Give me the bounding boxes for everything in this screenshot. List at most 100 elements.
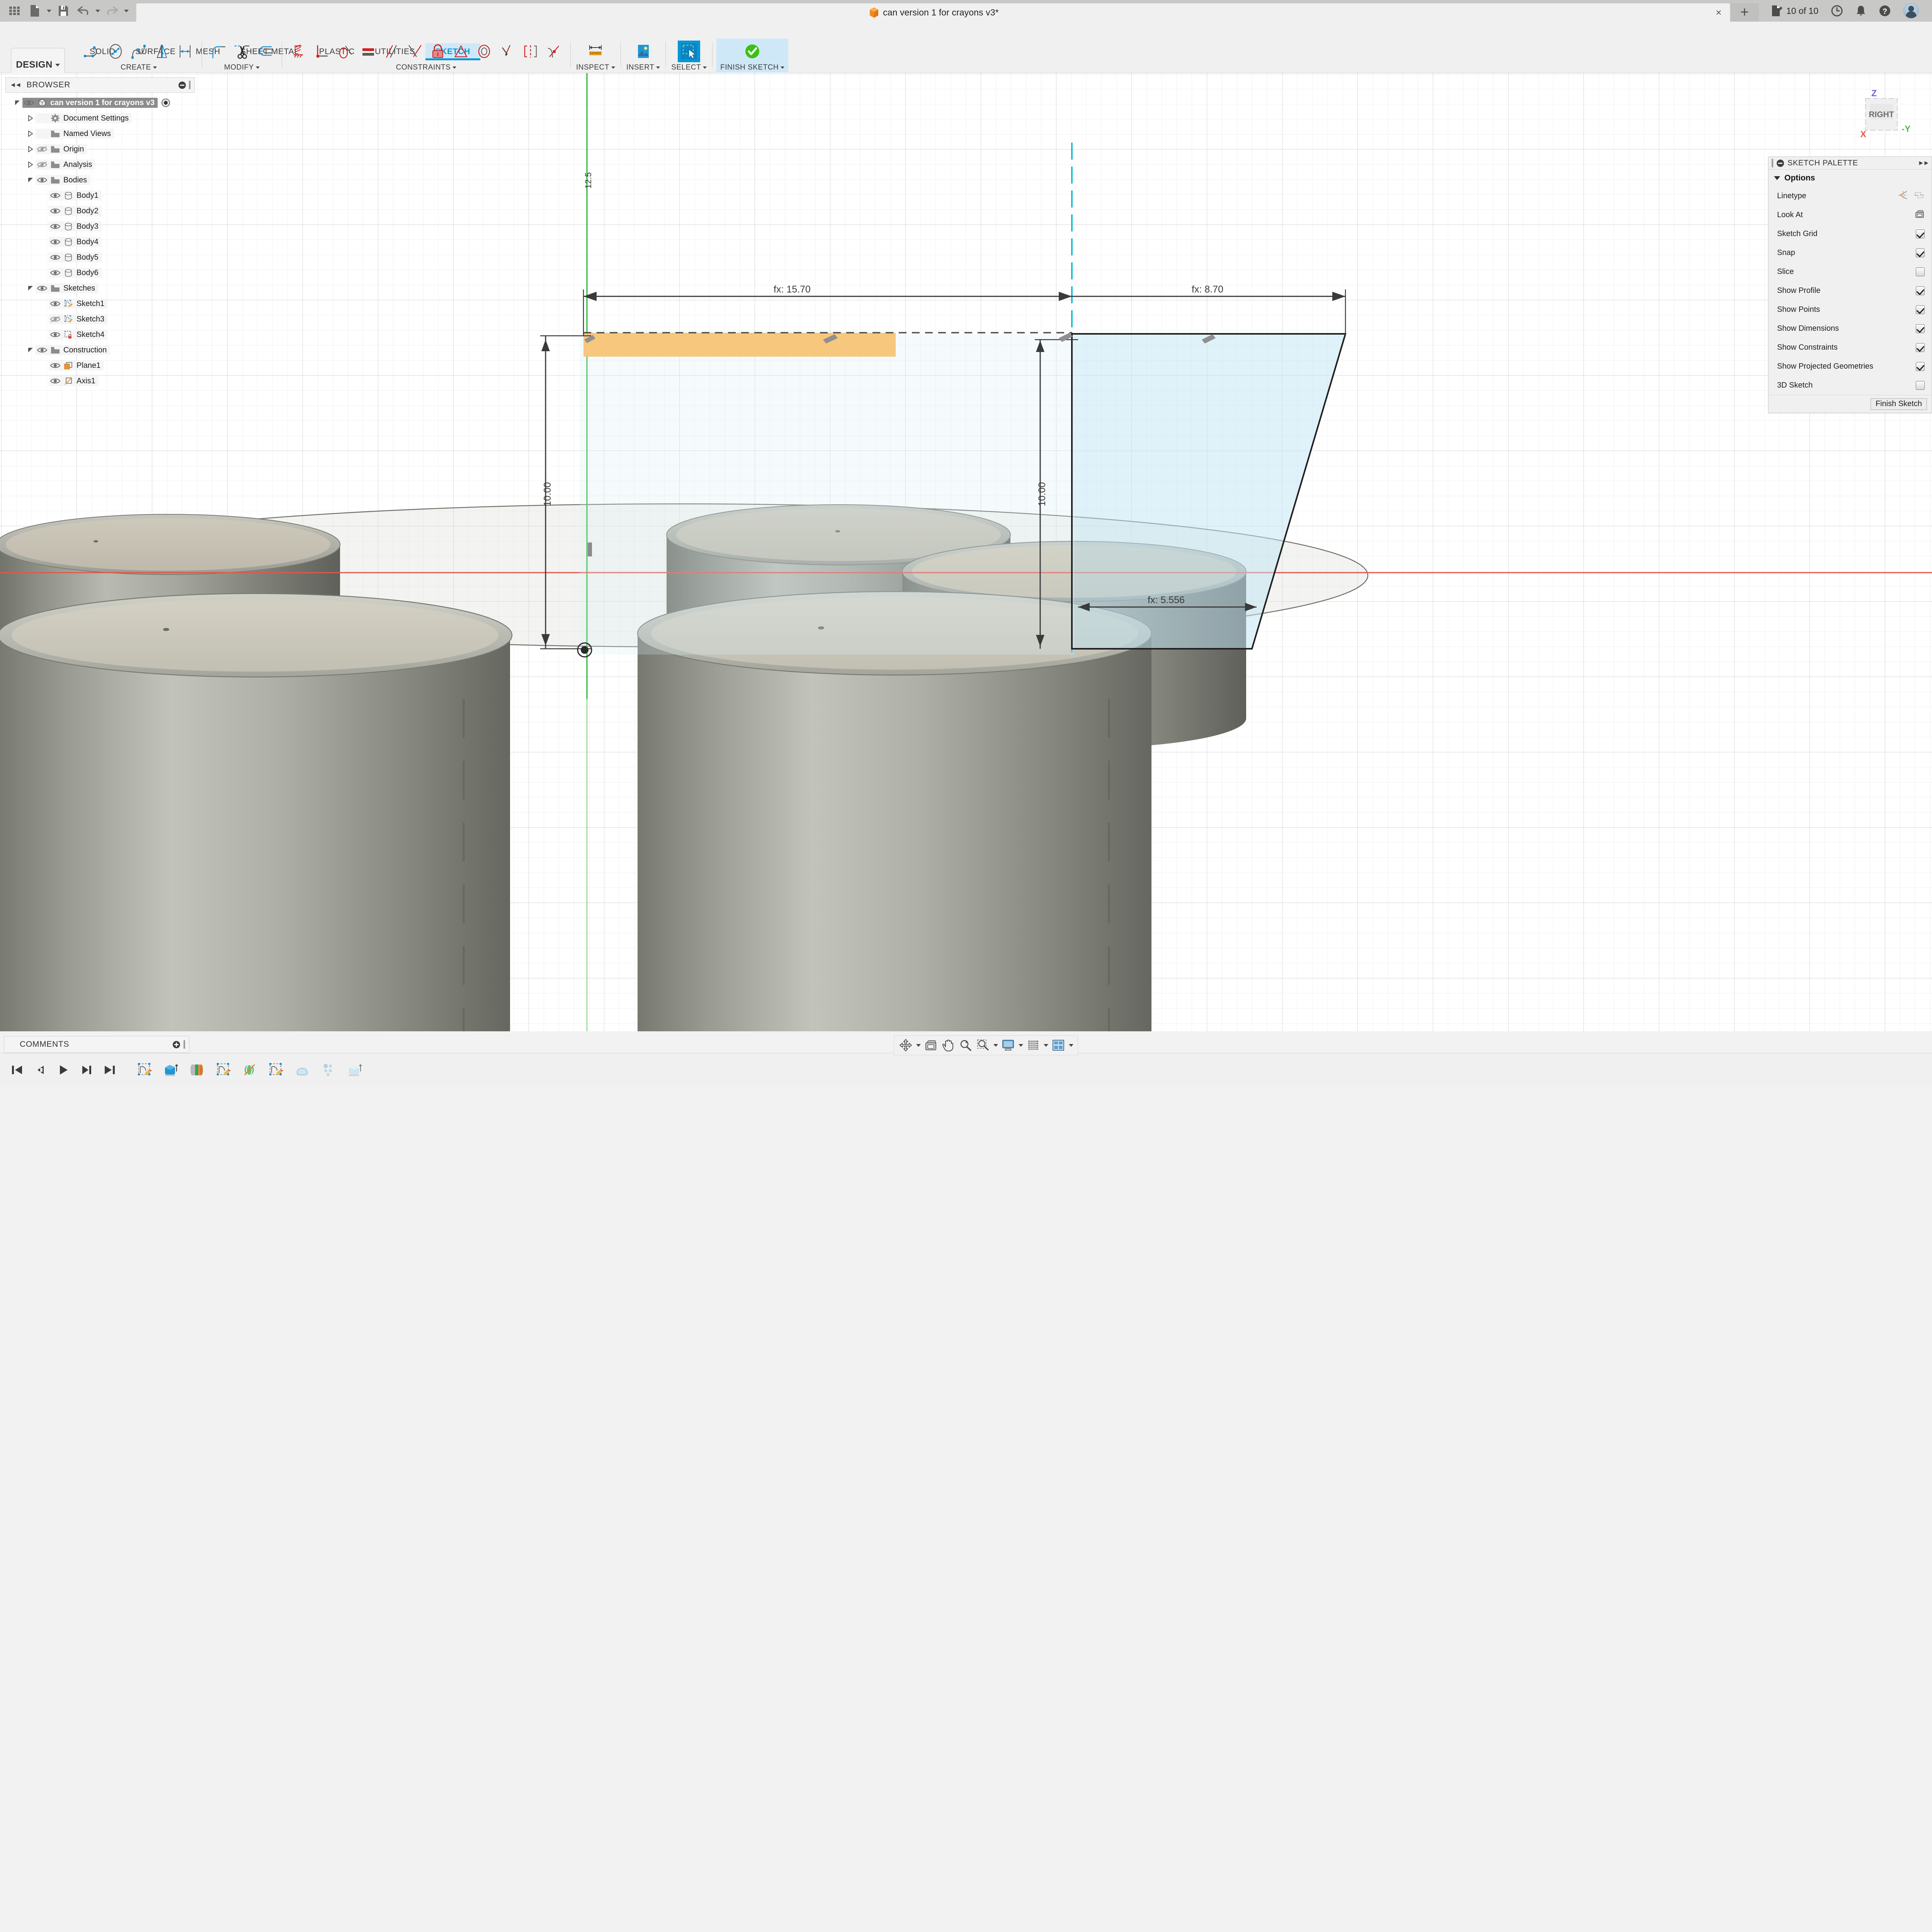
tree-item-construction[interactable]: Construction: [5, 342, 195, 358]
tree-item-body3[interactable]: Body3: [5, 219, 195, 234]
trim-tool-icon[interactable]: [231, 41, 253, 62]
constraint-angle-icon[interactable]: [403, 41, 426, 62]
linetype-construction-icon[interactable]: [1914, 190, 1925, 202]
expand-arrow-down-icon[interactable]: [26, 348, 36, 352]
constraint-fix-icon[interactable]: [287, 41, 310, 62]
user-account-button[interactable]: [1898, 2, 1924, 20]
redo-caret-icon[interactable]: [123, 2, 130, 20]
sketch-dimension-icon[interactable]: [174, 41, 196, 62]
visibility-toggle-icon[interactable]: [49, 362, 62, 369]
options-section-header[interactable]: Options: [1769, 170, 1932, 187]
checkbox[interactable]: [1916, 324, 1925, 333]
ribbon-group-select-label[interactable]: SELECT: [671, 63, 707, 72]
new-document-icon[interactable]: [26, 2, 44, 20]
display-settings-icon[interactable]: [1000, 1037, 1016, 1053]
checkbox[interactable]: [1916, 286, 1925, 295]
document-tab[interactable]: can version 1 for crayons v3* ×: [136, 3, 1730, 22]
ribbon-group-insert-label[interactable]: INSERT: [626, 63, 660, 72]
timeline-pattern-icon[interactable]: [315, 1058, 342, 1082]
zoom-window-caret-icon[interactable]: [992, 1037, 999, 1053]
constraint-equal-triangle-icon[interactable]: [450, 41, 472, 62]
look-at-icon[interactable]: [1915, 209, 1925, 221]
visibility-toggle-icon[interactable]: [36, 177, 49, 184]
checkbox[interactable]: [1916, 362, 1925, 371]
constraint-collinear-icon[interactable]: [496, 41, 519, 62]
ribbon-group-modify-label[interactable]: MODIFY: [224, 63, 260, 72]
tree-item-body5[interactable]: Body5: [5, 250, 195, 265]
visibility-toggle-icon[interactable]: [22, 99, 36, 106]
visibility-toggle-icon[interactable]: [36, 347, 49, 354]
visibility-toggle-icon[interactable]: [49, 269, 62, 276]
checkbox[interactable]: [1916, 248, 1925, 257]
help-button[interactable]: ?: [1873, 2, 1896, 20]
tree-item-document-settings[interactable]: Document Settings: [5, 111, 195, 126]
visibility-toggle-icon[interactable]: [49, 300, 62, 307]
zoom-window-icon[interactable]: [975, 1037, 991, 1053]
notifications-button[interactable]: [1850, 2, 1872, 20]
expand-arrow-right-icon[interactable]: [26, 131, 36, 137]
checkbox[interactable]: [1916, 230, 1925, 238]
new-document-caret-icon[interactable]: [46, 2, 53, 20]
timeline-revolve-icon[interactable]: [184, 1058, 210, 1082]
fillet-tool-icon[interactable]: [207, 41, 230, 62]
pan-icon[interactable]: [940, 1037, 956, 1053]
collapse-icon[interactable]: ◄◄: [10, 81, 22, 89]
version-indicator[interactable]: 10 of 10: [1766, 2, 1824, 20]
orbit-icon[interactable]: [898, 1037, 914, 1053]
visibility-toggle-icon[interactable]: [36, 285, 49, 292]
viewports-caret-icon[interactable]: [1068, 1037, 1074, 1053]
viewport-canvas[interactable]: fx: 15.70 fx: 8.70 fx: 5.556 10.00 10.00…: [0, 73, 1932, 1031]
tree-item-sketch3[interactable]: Sketch3: [5, 311, 195, 327]
ribbon-group-inspect-label[interactable]: INSPECT: [576, 63, 615, 72]
timeline-sketch-icon[interactable]: [131, 1058, 158, 1082]
tree-item-can-version-1-for-crayons-v3[interactable]: can version 1 for crayons v3: [5, 95, 195, 111]
viewports-icon[interactable]: [1050, 1037, 1066, 1053]
linetype-centerline-icon[interactable]: [1898, 190, 1908, 202]
circle-tool-icon[interactable]: [104, 41, 127, 62]
undo-caret-icon[interactable]: [94, 2, 101, 20]
tree-item-sketch1[interactable]: Sketch1: [5, 296, 195, 311]
visibility-toggle-icon[interactable]: [36, 161, 49, 168]
constraint-concentric-icon[interactable]: [473, 41, 495, 62]
step-back-icon[interactable]: [32, 1061, 48, 1078]
visibility-toggle-icon[interactable]: [49, 316, 62, 323]
visibility-toggle-icon[interactable]: [49, 223, 62, 230]
close-icon[interactable]: ×: [1714, 7, 1724, 18]
panel-grip[interactable]: [189, 81, 190, 89]
timeline-sketch2-icon[interactable]: [210, 1058, 236, 1082]
tree-item-analysis[interactable]: Analysis: [5, 157, 195, 172]
expand-arrow-right-icon[interactable]: [26, 162, 36, 168]
visibility-toggle-icon[interactable]: [49, 238, 62, 245]
play-icon[interactable]: [56, 1061, 71, 1078]
constraint-symmetry-icon[interactable]: [519, 41, 542, 62]
redo-icon[interactable]: [103, 2, 121, 20]
grid-snaps-caret-icon[interactable]: [1043, 1037, 1049, 1053]
expand-arrow-down-icon[interactable]: [26, 178, 36, 182]
add-comment-icon[interactable]: [173, 1041, 180, 1048]
measure-tool-icon[interactable]: [584, 41, 607, 62]
select-tool-icon[interactable]: [678, 41, 701, 62]
grid-snaps-icon[interactable]: [1025, 1037, 1041, 1053]
constraint-parallel-icon[interactable]: [380, 41, 403, 62]
new-tab-button[interactable]: +: [1730, 3, 1759, 22]
tree-item-plane1[interactable]: Plane1: [5, 358, 195, 373]
tree-item-bodies[interactable]: Bodies: [5, 172, 195, 188]
finish-sketch-icon[interactable]: [740, 41, 765, 62]
visibility-toggle-icon[interactable]: [49, 207, 62, 214]
timeline-revolve2-icon[interactable]: [236, 1058, 263, 1082]
timeline-sketch3-icon[interactable]: [263, 1058, 289, 1082]
palette-grip[interactable]: [1772, 159, 1773, 167]
tree-item-body2[interactable]: Body2: [5, 203, 195, 219]
orbit-caret-icon[interactable]: [915, 1037, 922, 1053]
insert-image-icon[interactable]: [632, 41, 655, 62]
display-settings-caret-icon[interactable]: [1017, 1037, 1024, 1053]
app-grid-icon[interactable]: [5, 2, 24, 20]
visibility-toggle-icon[interactable]: [49, 378, 62, 384]
tree-item-sketch4[interactable]: Sketch4: [5, 327, 195, 342]
expand-arrow-down-icon[interactable]: [26, 286, 36, 291]
timeline-extrude-icon[interactable]: [158, 1058, 184, 1082]
palette-expand-icon[interactable]: ►►: [1918, 159, 1930, 167]
palette-minimize-icon[interactable]: [1777, 159, 1784, 167]
tree-item-origin[interactable]: Origin: [5, 141, 195, 157]
activate-component-radio[interactable]: [162, 99, 170, 107]
